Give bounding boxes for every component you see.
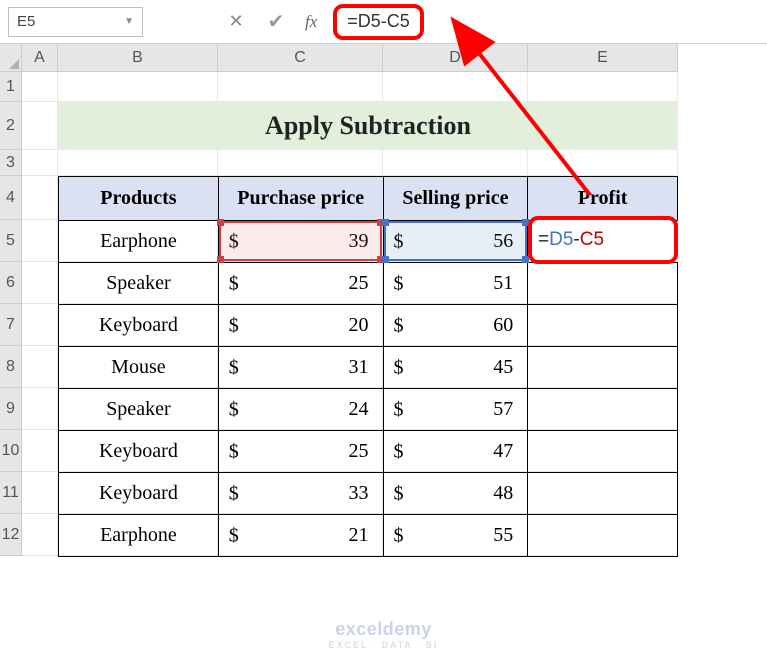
formula-bar-buttons: ✕ ✔ fx bbox=[225, 11, 317, 33]
column-headers: A B C D E bbox=[22, 44, 678, 72]
active-cell-e5[interactable]: =D5-C5 bbox=[528, 216, 678, 264]
cell-profit[interactable] bbox=[528, 347, 678, 389]
cell-selling[interactable]: $60 bbox=[383, 305, 528, 347]
cell-grid[interactable]: Apply Subtraction Products Purchase pric… bbox=[22, 72, 678, 556]
row-header-2[interactable]: 2 bbox=[0, 102, 22, 150]
cell-selling[interactable]: $56 bbox=[383, 221, 528, 263]
row-header-1[interactable]: 1 bbox=[0, 72, 22, 102]
row-header-7[interactable]: 7 bbox=[0, 304, 22, 346]
watermark: exceldemy EXCEL · DATA · BI bbox=[329, 619, 439, 650]
watermark-line1: exceldemy bbox=[329, 619, 439, 640]
col-header-D[interactable]: D bbox=[383, 44, 528, 72]
cell-purchase[interactable]: $21 bbox=[218, 515, 383, 557]
table-header-row: Products Purchase price Selling price Pr… bbox=[59, 177, 678, 221]
cell-selling[interactable]: $48 bbox=[383, 473, 528, 515]
cell-profit[interactable] bbox=[528, 263, 678, 305]
cell-purchase[interactable]: $31 bbox=[218, 347, 383, 389]
table-row[interactable]: Earphone$21$55 bbox=[59, 515, 678, 557]
cell-profit[interactable] bbox=[528, 305, 678, 347]
cell-selling[interactable]: $45 bbox=[383, 347, 528, 389]
cell-product[interactable]: Keyboard bbox=[59, 305, 219, 347]
formula-input[interactable]: =D5-C5 bbox=[347, 11, 410, 32]
row-header-10[interactable]: 10 bbox=[0, 430, 22, 472]
cell-product[interactable]: Speaker bbox=[59, 389, 219, 431]
row-header-4[interactable]: 4 bbox=[0, 176, 22, 220]
formula-eq: = bbox=[538, 229, 549, 251]
cell-product[interactable]: Keyboard bbox=[59, 473, 219, 515]
table-row[interactable]: Speaker$24$57 bbox=[59, 389, 678, 431]
header-profit[interactable]: Profit bbox=[528, 177, 678, 221]
cell-profit[interactable] bbox=[528, 515, 678, 557]
title-banner: Apply Subtraction bbox=[58, 102, 678, 150]
cell-product[interactable]: Speaker bbox=[59, 263, 219, 305]
cell-profit[interactable] bbox=[528, 473, 678, 515]
cell-product[interactable]: Earphone bbox=[59, 221, 219, 263]
cell-purchase[interactable]: $25 bbox=[218, 431, 383, 473]
cell-selling[interactable]: $57 bbox=[383, 389, 528, 431]
col-header-C[interactable]: C bbox=[218, 44, 383, 72]
formula-ref-c5: C5 bbox=[580, 229, 604, 251]
name-box-dropdown-icon[interactable]: ▼ bbox=[124, 16, 134, 27]
row-header-11[interactable]: 11 bbox=[0, 472, 22, 514]
cell-purchase[interactable]: $25 bbox=[218, 263, 383, 305]
row-header-5[interactable]: 5 bbox=[0, 220, 22, 262]
cell-purchase[interactable]: $33 bbox=[218, 473, 383, 515]
cell-selling[interactable]: $51 bbox=[383, 263, 528, 305]
header-purchase[interactable]: Purchase price bbox=[218, 177, 383, 221]
name-box-value: E5 bbox=[17, 13, 35, 30]
formula-input-highlight: =D5-C5 bbox=[333, 4, 424, 40]
table-row[interactable]: Keyboard$33$48 bbox=[59, 473, 678, 515]
table-row[interactable]: Speaker$25$51 bbox=[59, 263, 678, 305]
fx-icon[interactable]: fx bbox=[305, 12, 317, 32]
table-row[interactable]: Mouse$31$45 bbox=[59, 347, 678, 389]
cancel-formula-button[interactable]: ✕ bbox=[225, 11, 247, 33]
col-header-E[interactable]: E bbox=[528, 44, 678, 72]
enter-formula-button[interactable]: ✔ bbox=[265, 11, 287, 33]
watermark-line2: EXCEL · DATA · BI bbox=[329, 640, 439, 650]
row-header-12[interactable]: 12 bbox=[0, 514, 22, 556]
select-all-button[interactable] bbox=[0, 44, 22, 72]
col-header-A[interactable]: A bbox=[22, 44, 58, 72]
row-header-9[interactable]: 9 bbox=[0, 388, 22, 430]
table-row[interactable]: Keyboard$25$47 bbox=[59, 431, 678, 473]
cell-selling[interactable]: $55 bbox=[383, 515, 528, 557]
row-header-3[interactable]: 3 bbox=[0, 150, 22, 176]
sheet-area: A B C D E 1 2 3 4 5 6 7 8 9 10 11 12 bbox=[0, 44, 767, 670]
cell-purchase[interactable]: $20 bbox=[218, 305, 383, 347]
cell-product[interactable]: Keyboard bbox=[59, 431, 219, 473]
row-header-8[interactable]: 8 bbox=[0, 346, 22, 388]
cell-purchase[interactable]: $39 bbox=[218, 221, 383, 263]
cell-purchase[interactable]: $24 bbox=[218, 389, 383, 431]
row-headers: 1 2 3 4 5 6 7 8 9 10 11 12 bbox=[0, 72, 22, 556]
cell-product[interactable]: Earphone bbox=[59, 515, 219, 557]
formula-bar: E5 ▼ ✕ ✔ fx =D5-C5 bbox=[0, 0, 767, 44]
name-box[interactable]: E5 ▼ bbox=[8, 7, 143, 37]
header-selling[interactable]: Selling price bbox=[383, 177, 528, 221]
formula-ref-d5: D5 bbox=[549, 229, 573, 251]
row-header-6[interactable]: 6 bbox=[0, 262, 22, 304]
cell-selling[interactable]: $47 bbox=[383, 431, 528, 473]
table-row[interactable]: Keyboard$20$60 bbox=[59, 305, 678, 347]
cell-profit[interactable] bbox=[528, 431, 678, 473]
cell-product[interactable]: Mouse bbox=[59, 347, 219, 389]
header-products[interactable]: Products bbox=[59, 177, 219, 221]
col-header-B[interactable]: B bbox=[58, 44, 218, 72]
cell-profit[interactable] bbox=[528, 389, 678, 431]
